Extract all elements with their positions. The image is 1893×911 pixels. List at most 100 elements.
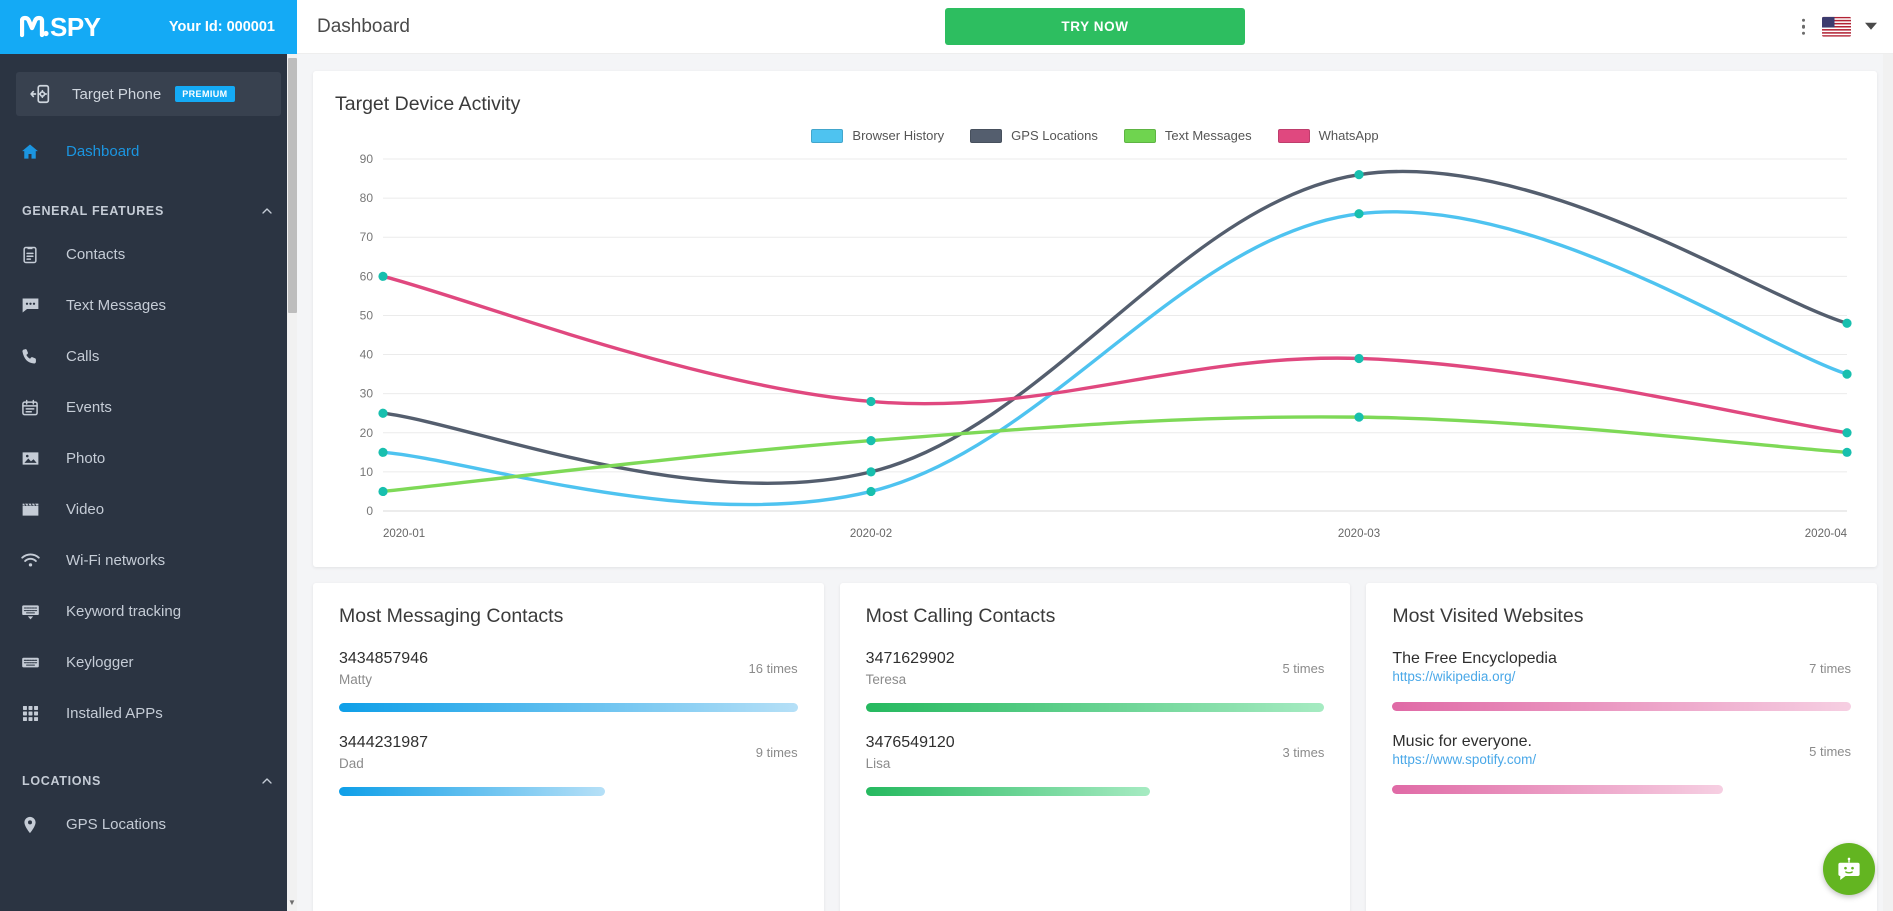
sidebar-item-text-messages[interactable]: Text Messages [0, 280, 297, 331]
legend-swatch [811, 128, 844, 143]
most-visited-websites-card: Most Visited Websites The Free Encyclope… [1366, 583, 1878, 911]
y-axis-tick-label: 90 [360, 152, 374, 166]
contacts-icon [18, 243, 42, 267]
card-title: Most Visited Websites [1392, 605, 1584, 627]
chart-data-point[interactable] [1842, 369, 1852, 379]
chart-data-point[interactable] [1354, 353, 1364, 364]
caret-down-icon[interactable] [1865, 23, 1877, 30]
chart-data-point[interactable] [866, 467, 876, 477]
sidebar-item-video[interactable]: Video [0, 484, 297, 535]
line-chart: 0 10 20 30 40 50 60 70 80 90 2020-01 2020-02 2020-03… [335, 151, 1855, 551]
progress-bar [1392, 702, 1852, 711]
sidebar-item-label: Photo [66, 450, 106, 467]
x-axis-tick-label: 2020-02 [850, 528, 892, 540]
legend-item-browser-history[interactable]: Browser History [811, 128, 944, 143]
chart-data-point[interactable] [866, 486, 876, 497]
home-icon [18, 140, 42, 164]
sidebar-group-general-features[interactable]: GENERAL FEATURES [0, 177, 297, 229]
sidebar-item-dashboard[interactable]: Dashboard [0, 126, 297, 177]
contact-number: 3434857946 [339, 650, 428, 667]
sidebar-item-gps-locations[interactable]: GPS Locations [0, 799, 297, 850]
sidebar-item-label: Wi-Fi networks [66, 552, 166, 569]
sidebar-item-keyword-tracking[interactable]: Keyword tracking [0, 586, 297, 637]
chart-data-point[interactable] [378, 271, 388, 281]
list-item[interactable]: 3476549120 Lisa 3 times [865, 734, 1324, 796]
chart-data-point[interactable] [378, 447, 388, 457]
sidebar-nav: Dashboard GENERAL FEATURES Contacts Text… [0, 116, 297, 911]
progress-bar [865, 703, 1325, 712]
list-item[interactable]: 3434857946 Matty 16 times [339, 650, 798, 712]
legend-label: Text Messages [1164, 128, 1252, 143]
website-count: 7 times [1809, 661, 1852, 676]
chart-data-point[interactable] [1842, 428, 1852, 438]
chart-data-point[interactable] [1354, 412, 1364, 422]
sidebar-item-wifi-networks[interactable]: Wi-Fi networks [0, 535, 297, 586]
chart-series-line [381, 415, 1849, 494]
keyword-icon [18, 600, 42, 624]
mspy-logo[interactable]: SPY [20, 12, 101, 43]
target-phone-selector[interactable]: Target Phone PREMIUM [16, 72, 281, 116]
chart-data-point[interactable] [1354, 170, 1364, 180]
sidebar-scroll-down-arrow[interactable]: ▼ [287, 896, 297, 908]
sidebar-item-photo[interactable]: Photo [0, 433, 297, 484]
progress-bar [339, 703, 798, 712]
sidebar-group-locations[interactable]: LOCATIONS [0, 739, 297, 799]
list-item[interactable]: The Free Encyclopedia https://wikipedia.… [1392, 650, 1852, 711]
user-id-label: Your Id: 000001 [168, 19, 275, 35]
premium-badge: PREMIUM [175, 86, 235, 102]
legend-item-text-messages[interactable]: Text Messages [1123, 128, 1252, 143]
legend-label: Browser History [852, 128, 945, 143]
x-axis-tick-label: 2020-03 [1338, 528, 1380, 540]
chart-data-point[interactable] [378, 486, 388, 497]
website-link[interactable]: https://www.spotify.com/ [1392, 752, 1536, 767]
kebab-menu-icon[interactable] [1799, 15, 1809, 38]
main-scrollbar-track[interactable] [1883, 54, 1893, 911]
chart-data-point[interactable] [866, 436, 876, 446]
legend-swatch [1123, 128, 1156, 143]
y-axis-tick-label: 20 [360, 426, 374, 440]
website-link[interactable]: https://wikipedia.org/ [1392, 669, 1515, 684]
chat-widget-button[interactable] [1823, 843, 1875, 895]
card-title: Most Calling Contacts [865, 605, 1056, 627]
target-phone-label: Target Phone [72, 85, 162, 103]
sidebar-item-label: Video [66, 501, 105, 518]
sidebar-item-installed-apps[interactable]: Installed APPs [0, 688, 297, 739]
contact-count: 9 times [755, 745, 798, 760]
us-flag-icon[interactable] [1822, 16, 1851, 37]
chart-data-point[interactable] [378, 408, 388, 418]
summary-cards-row: Most Messaging Contacts 3434857946 Matty… [313, 583, 1878, 911]
sidebar-scrollbar-thumb[interactable] [288, 58, 297, 313]
chart-data-point[interactable] [866, 396, 876, 407]
y-axis-tick-label: 50 [360, 308, 374, 322]
line-chart-svg: 0 10 20 30 40 50 60 70 80 90 2020-01 2020-02 2020-03… [360, 152, 1852, 540]
list-item[interactable]: Music for everyone. https://www.spotify.… [1392, 733, 1851, 794]
y-axis-tick-label: 10 [360, 465, 374, 479]
sidebar-item-events[interactable]: Events [0, 382, 297, 433]
sidebar-item-keylogger[interactable]: Keylogger [0, 637, 297, 688]
website-title: The Free Encyclopedia [1392, 650, 1557, 667]
chart-title: Target Device Activity [335, 93, 521, 115]
contact-number: 3476549120 [865, 734, 955, 751]
contact-name: Teresa [865, 672, 907, 687]
sidebar-item-calls[interactable]: Calls [0, 331, 297, 382]
wifi-icon [18, 549, 42, 573]
sidebar-item-label: Dashboard [66, 143, 140, 160]
legend-item-gps-locations[interactable]: GPS Locations [970, 128, 1098, 143]
dashboard-app: SPY Your Id: 000001 Target Phone PREMIUM [0, 0, 1893, 911]
legend-item-whatsapp[interactable]: WhatsApp [1277, 128, 1379, 143]
chart-data-point[interactable] [1354, 209, 1364, 219]
list-item[interactable]: 3444231987 Dad 9 times [339, 734, 798, 796]
chart-data-point[interactable] [1842, 318, 1852, 328]
sidebar-item-label: GPS Locations [66, 816, 167, 833]
contact-count: 5 times [1282, 661, 1325, 676]
website-title: Music for everyone. [1392, 733, 1532, 750]
target-device-activity-card: Target Device Activity Browser History G… [313, 71, 1877, 567]
list-item[interactable]: 3471629902 Teresa 5 times [865, 650, 1325, 712]
chart-data-point[interactable] [1842, 447, 1852, 457]
try-now-button[interactable]: TRY NOW [945, 8, 1245, 45]
image-icon [18, 447, 42, 471]
sidebar-item-contacts[interactable]: Contacts [0, 229, 297, 280]
y-axis-tick-label: 40 [360, 348, 374, 362]
top-bar-right-controls [1799, 15, 1877, 38]
chevron-up-icon [259, 203, 275, 219]
